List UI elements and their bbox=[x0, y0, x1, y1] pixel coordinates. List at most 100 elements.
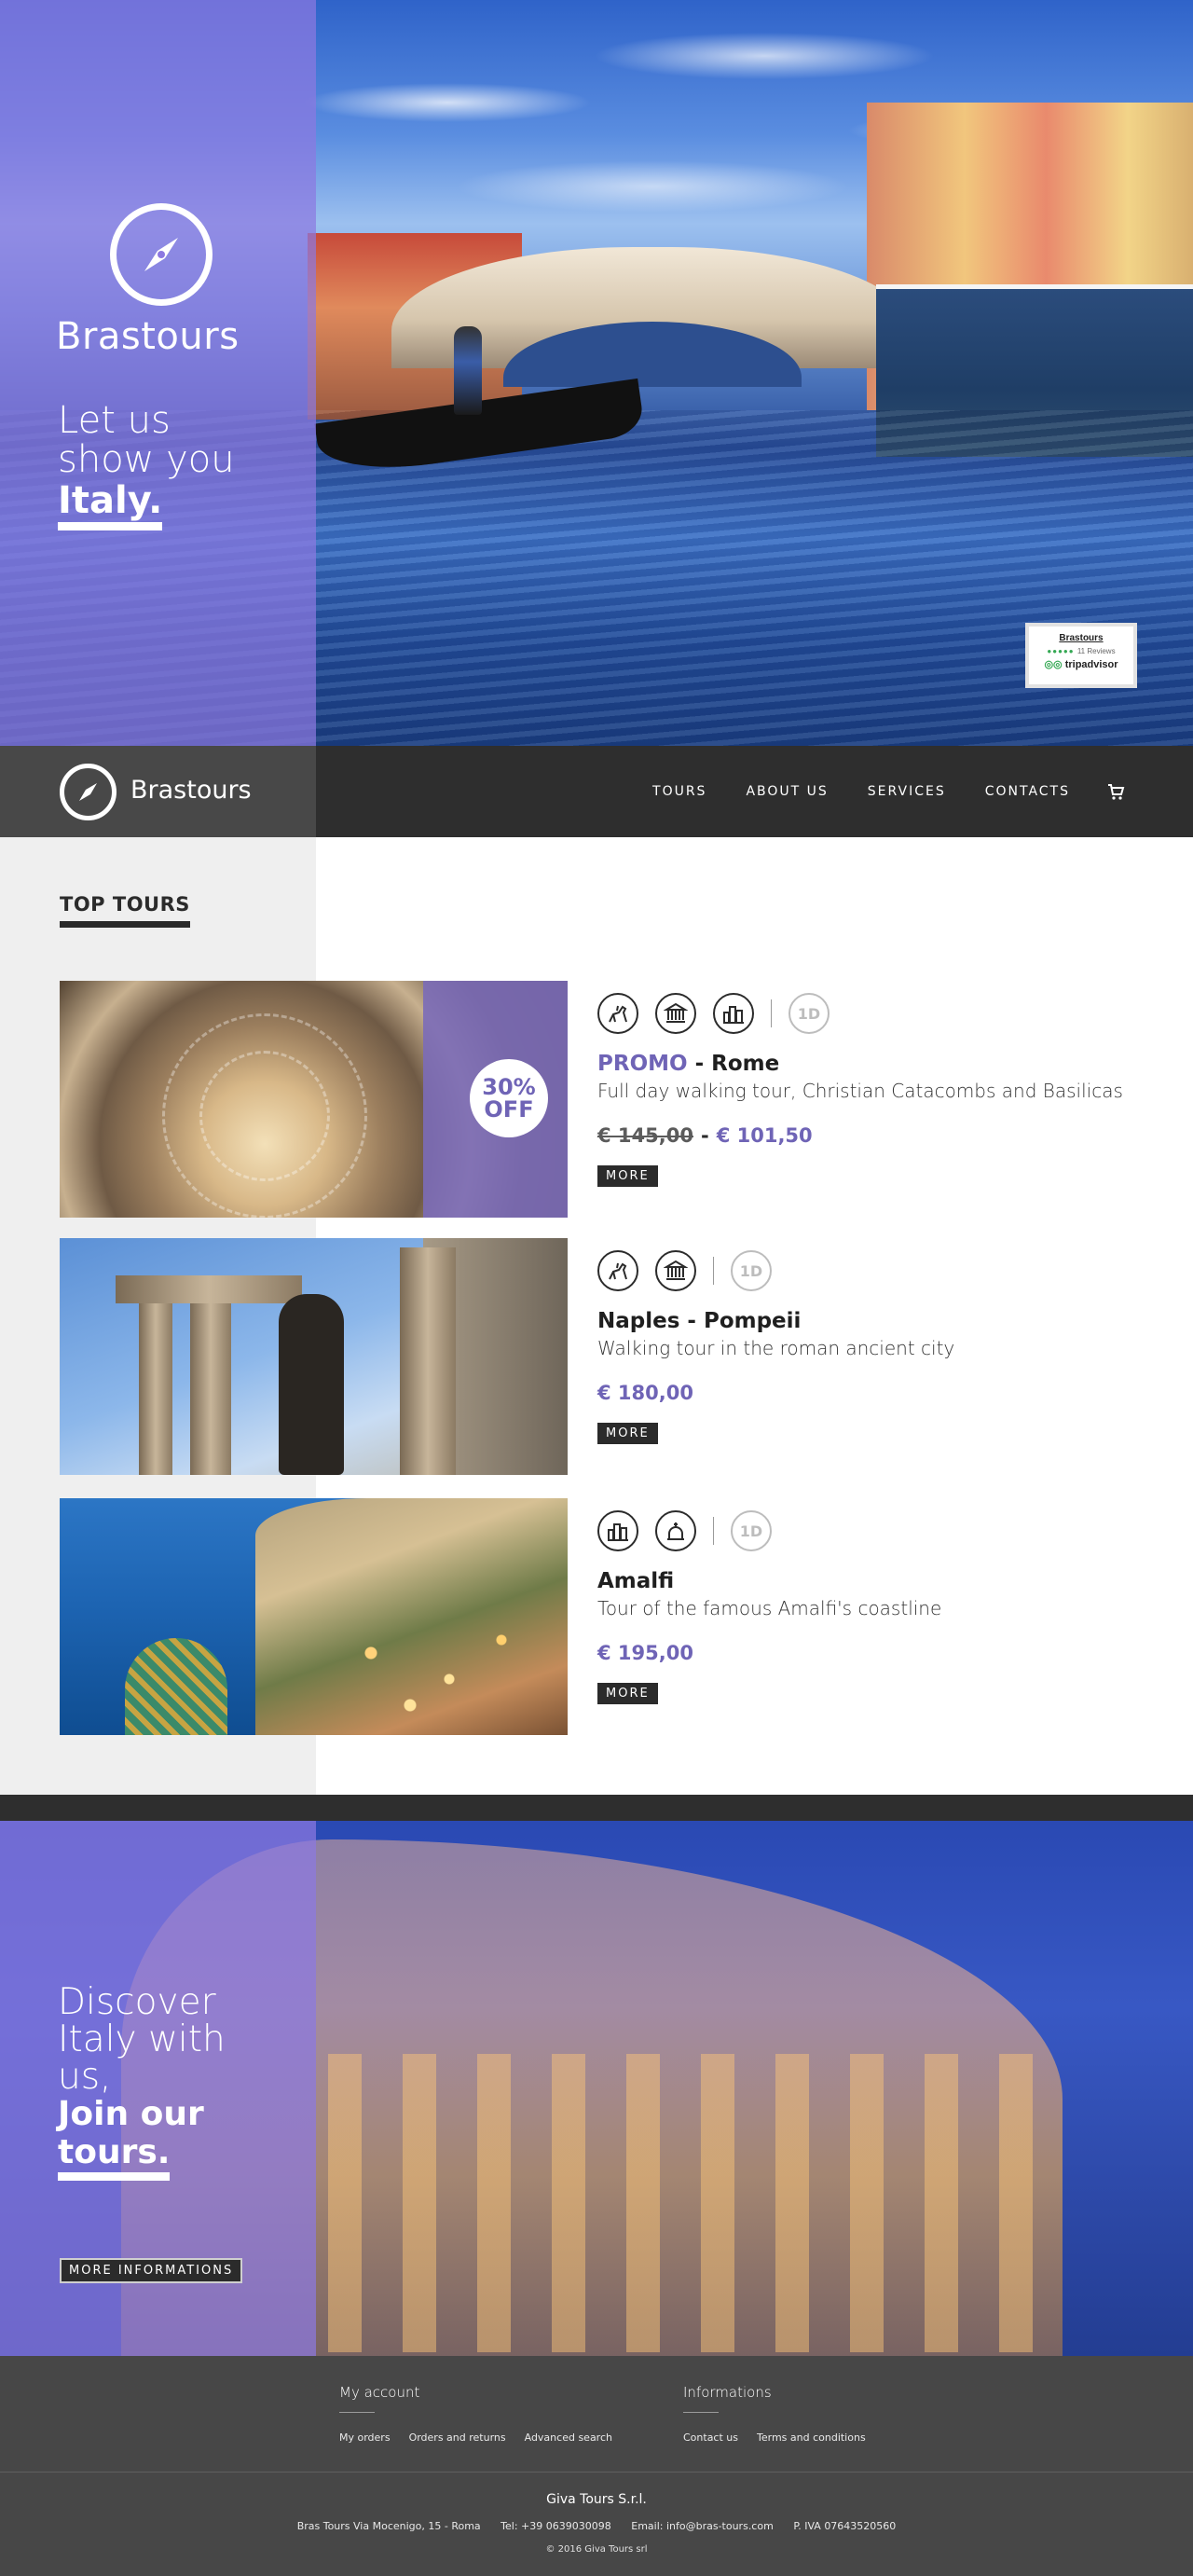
footer-heading: Informations bbox=[683, 2384, 772, 2413]
tour-title[interactable]: PROMO - Rome bbox=[597, 1052, 1157, 1076]
badge-title: Brastours bbox=[1059, 633, 1104, 643]
tour-title[interactable]: Amalfi bbox=[597, 1569, 1157, 1593]
tour-image-rome-dome[interactable]: 30% OFF bbox=[60, 981, 568, 1218]
company-address: Bras Tours Via Mocenigo, 15 - Roma bbox=[296, 2520, 481, 2532]
site-footer: My account My orders Orders and returns … bbox=[0, 2356, 1193, 2576]
tour-description: Walking tour in the roman ancient city bbox=[597, 1337, 955, 1359]
discover-line-2: Italy with bbox=[58, 2018, 226, 2060]
footer-link-advanced-search[interactable]: Advanced search bbox=[525, 2431, 612, 2444]
gondolier bbox=[454, 326, 482, 415]
tour-description: Tour of the famous Amalfi's coastline bbox=[597, 1597, 942, 1619]
tagline-line-2: show you bbox=[58, 438, 235, 481]
compass-logo-icon[interactable] bbox=[110, 203, 213, 306]
footer-links: My orders Orders and returns Advanced se… bbox=[339, 2431, 631, 2444]
footer-link-contact-us[interactable]: Contact us bbox=[683, 2431, 738, 2444]
discount-badge: 30% OFF bbox=[470, 1059, 548, 1137]
hero-banner: Brastours Let us show you Italy. Brastou… bbox=[0, 0, 1193, 746]
museum-icon bbox=[655, 1250, 696, 1291]
footer-divider bbox=[0, 2472, 1193, 2473]
footer-link-terms[interactable]: Terms and conditions bbox=[757, 2431, 866, 2444]
separator bbox=[713, 1257, 714, 1285]
badge-reviews: 11 Reviews bbox=[1076, 647, 1116, 655]
church-dome-icon bbox=[655, 1510, 696, 1551]
owl-icon: ◎◎ bbox=[1044, 659, 1063, 670]
town-lights bbox=[293, 1601, 554, 1731]
museum-icon bbox=[655, 993, 696, 1034]
more-button[interactable]: MORE bbox=[597, 1683, 658, 1704]
nav-link-services[interactable]: SERVICES bbox=[868, 784, 946, 799]
company-name: Giva Tours S.r.l. bbox=[546, 2492, 647, 2507]
hero-overlay-panel: Brastours Let us show you Italy. bbox=[0, 0, 316, 746]
tripadvisor-badge[interactable]: Brastours ●●●●● 11 Reviews ◎◎ tripadviso… bbox=[1025, 623, 1137, 688]
discover-banner: Discover Italy with us, Join our tours. … bbox=[0, 1821, 1193, 2356]
nav-link-tours[interactable]: TOURS bbox=[652, 784, 706, 799]
footer-informations: Informations Contact us Terms and condit… bbox=[683, 2384, 884, 2444]
discover-bold-1: Join our bbox=[58, 2095, 204, 2133]
tour-image-pompeii[interactable] bbox=[60, 1238, 568, 1475]
horse-rider-icon bbox=[597, 1250, 638, 1291]
duration-badge: 1D bbox=[788, 993, 830, 1034]
company-vat: P. IVA 07643520560 bbox=[793, 2520, 897, 2532]
footer-links: Contact us Terms and conditions bbox=[683, 2431, 884, 2444]
discover-line-1: Discover bbox=[58, 1981, 216, 2023]
duration-badge: 1D bbox=[731, 1510, 772, 1551]
tour-card-amalfi: 1D Amalfi Tour of the famous Amalfi's co… bbox=[60, 1498, 1141, 1735]
tour-card-pompeii: 1D Naples - Pompeii Walking tour in the … bbox=[60, 1238, 1141, 1475]
nav-links: TOURS ABOUT US SERVICES CONTACTS bbox=[613, 746, 1126, 837]
separator bbox=[713, 1517, 714, 1545]
nav-link-about-us[interactable]: ABOUT US bbox=[746, 784, 828, 799]
tour-price: € 180,00 bbox=[597, 1382, 693, 1404]
tour-card-rome: 30% OFF 1D PROMO - Rome Full day walking… bbox=[60, 981, 1141, 1218]
tour-price: € 145,00- € 101,50 bbox=[597, 1124, 813, 1147]
dome-ring bbox=[199, 1051, 330, 1181]
footer-link-orders-returns[interactable]: Orders and returns bbox=[409, 2431, 506, 2444]
section-divider-bar bbox=[0, 1795, 1193, 1821]
promo-label: PROMO bbox=[597, 1052, 688, 1076]
tripadvisor-logo: ◎◎ tripadvisor bbox=[1029, 658, 1133, 670]
top-tours-heading: TOP TOURS bbox=[60, 893, 190, 928]
architrave bbox=[116, 1275, 302, 1303]
tour-price: € 195,00 bbox=[597, 1642, 693, 1664]
church-dome bbox=[125, 1638, 227, 1735]
nav-link-contacts[interactable]: CONTACTS bbox=[985, 784, 1070, 799]
more-informations-button[interactable]: MORE INFORMATIONS bbox=[60, 2258, 243, 2283]
nav-brand-name[interactable]: Brastours bbox=[130, 776, 252, 805]
tour-features: 1D bbox=[597, 1247, 1157, 1294]
more-button[interactable]: MORE bbox=[597, 1165, 658, 1187]
footer-heading: My account bbox=[339, 2384, 419, 2413]
main-navbar: Brastours TOURS ABOUT US SERVICES CONTAC… bbox=[0, 746, 1193, 837]
column bbox=[139, 1303, 172, 1475]
footer-my-account: My account My orders Orders and returns … bbox=[339, 2384, 631, 2444]
tagline-line-1: Let us bbox=[58, 399, 171, 442]
discover-line-3: us, bbox=[58, 2056, 112, 2098]
hero-brand-name: Brastours bbox=[56, 315, 240, 358]
horse-rider-icon bbox=[597, 993, 638, 1034]
company-email[interactable]: Email: info@bras-tours.com bbox=[631, 2520, 774, 2532]
copyright: © 2016 Giva Tours srl bbox=[545, 2544, 648, 2555]
tour-info: 1D PROMO - Rome Full day walking tour, C… bbox=[597, 981, 1157, 1187]
new-price: € 101,50 bbox=[716, 1124, 813, 1147]
compass-logo-icon[interactable] bbox=[60, 764, 117, 820]
rating-dots: ●●●●● 11 Reviews bbox=[1047, 647, 1116, 655]
tour-description: Full day walking tour, Christian Catacom… bbox=[597, 1080, 1123, 1102]
company-contacts: Bras Tours Via Mocenigo, 15 - Roma Tel: … bbox=[0, 2520, 1193, 2532]
city-buildings-icon bbox=[597, 1510, 638, 1551]
tour-info: 1D Amalfi Tour of the famous Amalfi's co… bbox=[597, 1498, 1157, 1704]
discover-bold-2: tours. bbox=[58, 2133, 171, 2181]
tagline-bold: Italy. bbox=[58, 479, 163, 530]
tour-name: - Rome bbox=[687, 1052, 780, 1076]
old-price: € 145,00 bbox=[597, 1124, 693, 1147]
footer-link-my-orders[interactable]: My orders bbox=[339, 2431, 391, 2444]
tour-title[interactable]: Naples - Pompeii bbox=[597, 1309, 1157, 1333]
tour-features: 1D bbox=[597, 990, 1157, 1037]
column bbox=[400, 1247, 456, 1475]
tour-image-amalfi[interactable] bbox=[60, 1498, 568, 1735]
nav-brand-area: Brastours bbox=[0, 746, 316, 837]
discover-overlay-panel: Discover Italy with us, Join our tours. … bbox=[0, 1821, 316, 2356]
cart-icon[interactable] bbox=[1105, 781, 1126, 802]
tripadvisor-logo-text: tripadvisor bbox=[1064, 659, 1118, 670]
company-phone[interactable]: Tel: +39 0639030098 bbox=[501, 2520, 611, 2532]
separator bbox=[771, 999, 772, 1027]
more-button[interactable]: MORE bbox=[597, 1423, 658, 1444]
discover-text: Discover Italy with us, Join our tours. bbox=[58, 1984, 309, 2181]
